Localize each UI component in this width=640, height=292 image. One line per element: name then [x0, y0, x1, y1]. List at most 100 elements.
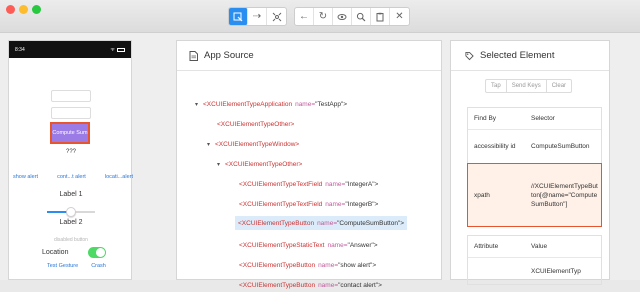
- attributes-table: Attribute Value XCUIElementTyp: [467, 235, 602, 285]
- crash-button[interactable]: Crash: [91, 263, 106, 269]
- node-attribute: name=: [327, 241, 348, 249]
- app-source-title: App Source: [204, 50, 254, 61]
- node-attribute-value: "show alert">: [338, 261, 377, 269]
- node-attribute: name=: [318, 261, 339, 269]
- node-attribute: name=: [325, 200, 346, 208]
- tag-icon: [465, 51, 474, 60]
- node-tag: <XCUIElementTypeWindow>: [215, 140, 300, 148]
- attribute-header-row: Attribute Value: [468, 236, 601, 258]
- value-header: Value: [531, 243, 548, 250]
- location-alert-button[interactable]: locati...alert: [105, 174, 133, 180]
- selected-element-header: Selected Element: [451, 41, 609, 71]
- source-node[interactable]: <XCUIElementTypeStaticText name= "Answer">: [239, 238, 378, 252]
- selected-element-panel: Selected Element Tap Send Keys Clear Fin…: [450, 40, 610, 285]
- source-node[interactable]: <XCUIElementTypeOther>: [217, 117, 294, 131]
- find-by-header-row: Find By Selector: [468, 108, 601, 130]
- tap-button[interactable]: Tap: [486, 80, 507, 92]
- selector-header: Selector: [531, 115, 555, 122]
- attribute-name: [468, 258, 528, 284]
- find-by-strategy: accessibility id: [474, 143, 516, 150]
- contact-alert-button[interactable]: cont...t alert: [57, 174, 86, 180]
- title-bar: ⇢ ← ↻ ✕: [0, 0, 640, 33]
- eye-icon[interactable]: [333, 8, 352, 25]
- node-attribute: name=: [325, 180, 346, 188]
- clear-button[interactable]: Clear: [547, 80, 571, 92]
- show-alert-button[interactable]: show alert: [13, 174, 38, 180]
- source-node[interactable]: <XCUIElementTypeTextField name= "IntegerB"…: [239, 197, 378, 211]
- slider[interactable]: [47, 207, 95, 217]
- node-attribute: name=: [295, 100, 316, 108]
- close-window-button[interactable]: [6, 5, 15, 14]
- expand-caret-icon[interactable]: ▾: [207, 141, 210, 148]
- source-node[interactable]: <XCUIElementTypeTextField name= "IntegerA"…: [239, 177, 378, 191]
- mode-toolbar: ⇢: [228, 7, 287, 26]
- source-node[interactable]: <XCUIElementTypeButton name= "show alert">: [239, 258, 376, 272]
- refresh-icon[interactable]: ↻: [314, 8, 333, 25]
- find-by-table: Find By Selector accessibility id Comput…: [467, 107, 602, 227]
- node-tag: <XCUIElementTypeTextField: [239, 200, 323, 208]
- swipe-icon[interactable]: ⇢: [248, 8, 267, 25]
- node-attribute-value: "IntegerA">: [345, 180, 379, 188]
- phone-status-bar: 8:34 ᯤ: [9, 41, 131, 58]
- node-tag: <XCUIElementTypeButton: [239, 281, 316, 289]
- source-node[interactable]: ▾ <XCUIElementTypeApplication name= "TestAp…: [195, 97, 347, 111]
- label-1: Label 1: [59, 191, 83, 198]
- node-tag: <XCUIElementTypeStaticText: [239, 241, 325, 249]
- node-attribute: name=: [318, 281, 339, 289]
- location-label: Location: [42, 249, 69, 256]
- minimize-window-button[interactable]: [19, 5, 28, 14]
- label-2: Label 2: [59, 219, 83, 226]
- node-tag: <XCUIElementTypeButton: [238, 219, 315, 227]
- node-tag: <XCUIElementTypeTextField: [239, 180, 323, 188]
- search-icon[interactable]: [352, 8, 371, 25]
- bottom-links: Test Gesture Crash: [47, 263, 131, 269]
- node-tag: <XCUIElementTypeApplication: [203, 100, 293, 108]
- node-tag: <XCUIElementTypeButton: [239, 261, 316, 269]
- integer-b-field[interactable]: [51, 107, 91, 119]
- node-attribute-value: "ComputeSumButton">: [337, 219, 405, 227]
- source-node-selected[interactable]: <XCUIElementTypeButton name= "ComputeSumBu…: [235, 216, 408, 230]
- location-toggle[interactable]: [88, 247, 106, 258]
- selector-value: //XCUIElementTypeButton[@name="ComputeSu…: [531, 182, 598, 208]
- appium-inspector-window: ⇢ ← ↻ ✕ 8:34 ᯤ Compute Sum ??? show aler…: [0, 0, 640, 289]
- node-attribute-value: "Answer">: [347, 241, 378, 249]
- element-actions: Tap Send Keys Clear: [485, 79, 573, 93]
- zoom-window-button[interactable]: [32, 5, 41, 14]
- node-tag: <XCUIElementTypeOther>: [225, 160, 303, 168]
- node-attribute-value: "contact alert">: [338, 281, 382, 289]
- find-by-row-highlighted[interactable]: xpath //XCUIElementTypeButton[@name="Com…: [467, 163, 602, 227]
- node-attribute-value: "IntegerB">: [345, 200, 379, 208]
- source-node[interactable]: <XCUIElementTypeButton name= "contact aler…: [239, 278, 382, 292]
- node-attribute-value: "TestApp">: [315, 100, 348, 108]
- expand-caret-icon[interactable]: ▾: [195, 101, 198, 108]
- source-node[interactable]: ▾ <XCUIElementTypeOther>: [217, 157, 302, 171]
- app-source-header: App Source: [177, 41, 441, 71]
- disabled-button: disabled button: [54, 237, 88, 243]
- app-source-panel: App Source ▾ <XCUIElementTypeApplication n…: [176, 40, 442, 289]
- tap-coordinates-icon[interactable]: [267, 8, 286, 25]
- select-element-icon[interactable]: [229, 8, 248, 25]
- close-icon[interactable]: ✕: [390, 8, 409, 25]
- file-icon: [189, 50, 198, 61]
- test-gesture-button[interactable]: Test Gesture: [47, 263, 78, 269]
- action-toolbar: ← ↻ ✕: [294, 7, 410, 26]
- back-icon[interactable]: ←: [295, 8, 314, 25]
- attribute-header: Attribute: [474, 243, 499, 250]
- selector-value: ComputeSumButton: [531, 143, 590, 150]
- selected-element-title: Selected Element: [480, 50, 555, 61]
- integer-a-field[interactable]: [51, 90, 91, 102]
- signal-battery-icon: ᯤ: [110, 47, 125, 53]
- clipboard-icon[interactable]: [371, 8, 390, 25]
- find-by-header: Find By: [474, 115, 497, 122]
- source-node[interactable]: ▾ <XCUIElementTypeWindow>: [207, 137, 299, 151]
- expand-caret-icon[interactable]: ▾: [217, 161, 220, 168]
- find-by-row[interactable]: accessibility id ComputeSumButton: [468, 130, 601, 164]
- phone-time: 8:34: [15, 46, 25, 53]
- node-tag: <XCUIElementTypeOther>: [217, 120, 295, 128]
- compute-sum-button[interactable]: Compute Sum: [50, 122, 90, 144]
- attribute-value: XCUIElementTyp: [531, 267, 581, 275]
- send-keys-button[interactable]: Send Keys: [507, 80, 547, 92]
- device-screenshot: 8:34 ᯤ Compute Sum ??? show alert cont..…: [8, 40, 133, 280]
- slider-knob[interactable]: [66, 207, 76, 217]
- node-attribute: name=: [317, 219, 338, 227]
